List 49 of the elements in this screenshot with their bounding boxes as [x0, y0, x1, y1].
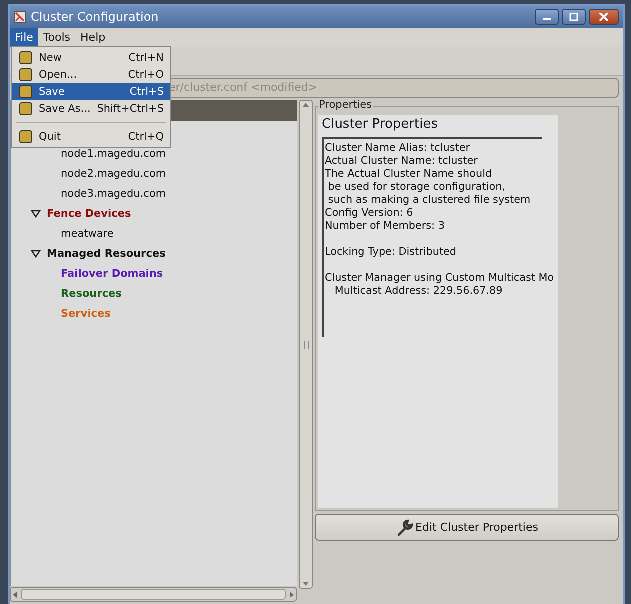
property-line: Cluster Manager using Custom Multicast Mo: [325, 272, 554, 285]
tree-item[interactable]: node2.magedu.com: [61, 168, 166, 180]
scroll-right-icon[interactable]: [288, 590, 296, 598]
scroll-left-icon[interactable]: [11, 590, 19, 598]
expander-icon[interactable]: [31, 250, 41, 258]
property-line: The Actual Cluster Name should: [325, 168, 492, 181]
scroll-up-icon[interactable]: [302, 101, 310, 109]
expander-icon[interactable]: [31, 210, 41, 218]
tree-item[interactable]: node1.magedu.com: [61, 148, 166, 160]
menu-entry[interactable]: Quit Ctrl+Q: [12, 128, 170, 145]
tree-group[interactable]: Fence Devices: [47, 208, 132, 220]
document-icon: [19, 84, 33, 98]
menu-item[interactable]: Tools: [38, 28, 76, 47]
menu-entry[interactable]: New Ctrl+N: [12, 49, 170, 66]
frame-label: Properties: [318, 99, 374, 111]
document-icon: [19, 68, 33, 82]
menu-item[interactable]: Help: [76, 28, 111, 47]
horizontal-scrollbar[interactable]: [10, 587, 297, 602]
tree-item[interactable]: node3.magedu.com: [61, 188, 166, 200]
tree-item[interactable]: meatware: [61, 228, 114, 240]
properties-heading: Cluster Properties: [322, 117, 439, 132]
document-icon: [19, 50, 33, 64]
property-line: Locking Type: Distributed: [325, 246, 457, 259]
vertical-scrollbar[interactable]: [299, 100, 313, 589]
property-line: be used for storage configuration,: [327, 181, 506, 194]
property-line: Cluster Name Alias: tcluster: [325, 142, 470, 155]
window-title: Cluster Configuration: [31, 10, 159, 24]
wrench-icon: [396, 518, 414, 536]
property-line: Config Version: 6: [325, 207, 414, 220]
scroll-down-icon[interactable]: [302, 580, 310, 588]
close-icon: [599, 13, 609, 21]
tree-item[interactable]: Failover Domains: [61, 268, 164, 280]
document-icon: [19, 102, 33, 116]
menu-entry[interactable]: Save As... Shift+Ctrl+S: [12, 100, 170, 117]
app-icon: [14, 11, 26, 23]
tree-group[interactable]: Managed Resources: [47, 248, 166, 260]
property-line: such as making a clustered file system: [327, 194, 531, 207]
property-line: Multicast Address: 229.56.67.89: [334, 285, 503, 298]
menu-entry[interactable]: Save Ctrl+S: [12, 83, 170, 100]
close-button[interactable]: [589, 9, 619, 25]
minimize-button[interactable]: [535, 9, 559, 25]
maximize-button[interactable]: [562, 9, 586, 25]
property-line: Number of Members: 3: [325, 220, 445, 233]
document-icon: [19, 130, 33, 144]
menu-item[interactable]: File: [10, 28, 38, 47]
tree-item[interactable]: Resources: [61, 288, 122, 300]
edit-properties-button[interactable]: Edit Cluster Properties: [315, 514, 619, 541]
property-line: Actual Cluster Name: tcluster: [325, 155, 478, 168]
maximize-icon: [569, 13, 579, 21]
